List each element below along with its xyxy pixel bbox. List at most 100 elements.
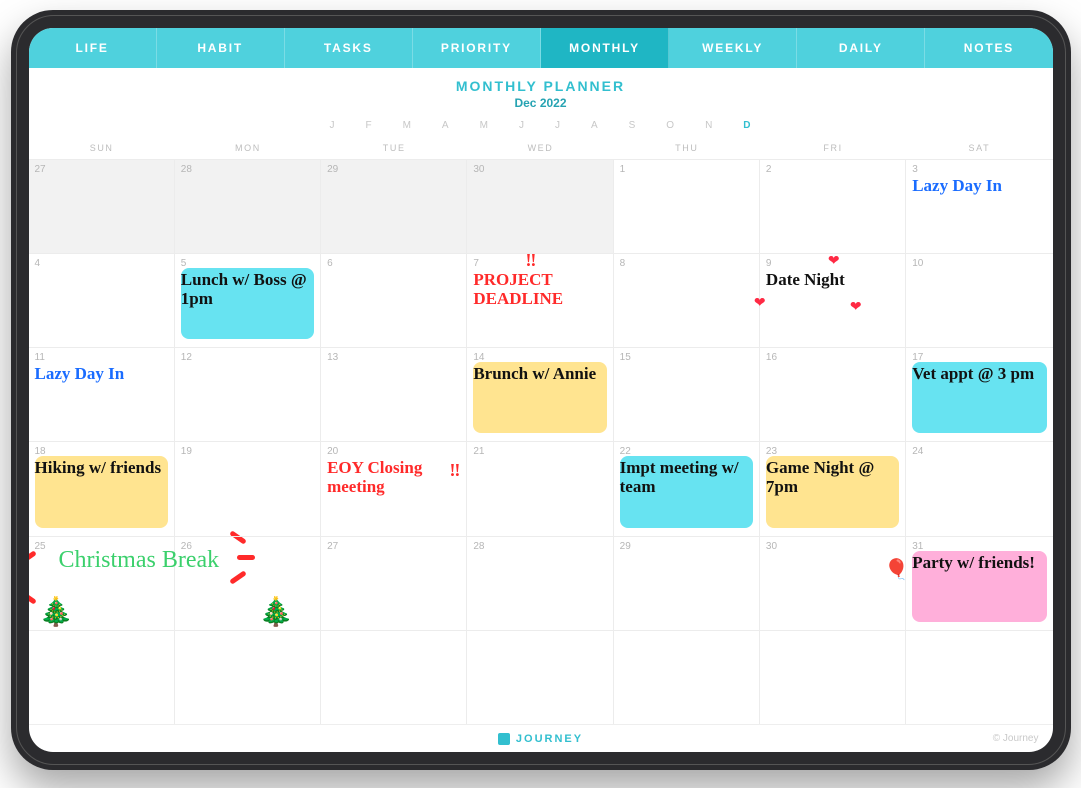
month-letter[interactable]: A — [442, 120, 450, 131]
tab-tasks[interactable]: TASKS — [285, 28, 413, 68]
calendar-cell[interactable]: 12 — [175, 347, 321, 441]
tab-notes[interactable]: NOTES — [925, 28, 1052, 68]
calendar-cell[interactable]: 27 — [29, 159, 175, 253]
calendar-cell[interactable]: 23Game Night @ 7pm — [760, 441, 906, 535]
month-letter[interactable]: N — [705, 120, 713, 131]
app-screen: LIFEHABITTASKSPRIORITYMONTHLYWEEKLYDAILY… — [29, 28, 1053, 752]
calendar-cell[interactable]: 14Brunch w/ Annie — [467, 347, 613, 441]
calendar-cell[interactable] — [906, 630, 1052, 724]
handwritten-note: Lunch w/ Boss @ 1pm — [181, 271, 314, 308]
calendar-cell[interactable]: 15 — [614, 347, 760, 441]
month-letter[interactable]: J — [329, 120, 335, 131]
calendar-cell[interactable]: 30 — [760, 536, 906, 630]
brand[interactable]: JOURNEY — [498, 733, 583, 745]
calendar-cell[interactable]: 6 — [321, 253, 467, 347]
day-number: 27 — [327, 541, 460, 552]
tab-habit[interactable]: HABIT — [157, 28, 285, 68]
month-letter[interactable]: M — [403, 120, 412, 131]
calendar-cell[interactable]: 21 — [467, 441, 613, 535]
day-number: 27 — [35, 164, 168, 175]
calendar-cell[interactable]: 2 — [760, 159, 906, 253]
day-number: 1 — [620, 164, 753, 175]
calendar-cell[interactable]: 29 — [321, 159, 467, 253]
weekday-label: MON — [175, 139, 321, 159]
calendar-cell[interactable]: 4 — [29, 253, 175, 347]
handwritten-note: Impt meeting w/ team — [620, 459, 753, 496]
day-number: 29 — [327, 164, 460, 175]
calendar-cell[interactable] — [175, 630, 321, 724]
calendar-cell[interactable] — [467, 630, 613, 724]
calendar-cell[interactable]: 17Vet appt @ 3 pm — [906, 347, 1052, 441]
calendar-cell[interactable]: 10 — [906, 253, 1052, 347]
day-number: 30 — [473, 164, 606, 175]
calendar-cell[interactable]: 8 — [614, 253, 760, 347]
current-month[interactable]: Dec 2022 — [29, 96, 1053, 110]
month-letter[interactable]: F — [365, 120, 372, 131]
calendar-cell[interactable]: 28 — [175, 159, 321, 253]
heart-icon: ❤ — [754, 294, 766, 311]
month-letter[interactable]: M — [480, 120, 489, 131]
tab-daily[interactable]: DAILY — [797, 28, 925, 68]
calendar-cell[interactable] — [321, 630, 467, 724]
calendar-cell[interactable]: 20EOY Closing meeting‼ — [321, 441, 467, 535]
day-number: 15 — [620, 352, 753, 363]
tab-life[interactable]: LIFE — [29, 28, 157, 68]
calendar-cell[interactable]: 19 — [175, 441, 321, 535]
handwritten-note: Brunch w/ Annie — [473, 365, 606, 384]
calendar-cell[interactable]: 29 — [614, 536, 760, 630]
heart-icon: ❤ — [850, 298, 862, 315]
month-letter[interactable]: J — [519, 120, 525, 131]
exclamation-icon: ‼ — [525, 250, 536, 271]
calendar-cell[interactable]: 3Lazy Day In — [906, 159, 1052, 253]
handwritten-note: Party w/ friends! — [912, 554, 1046, 573]
day-number: 28 — [181, 164, 314, 175]
month-letter[interactable]: D — [743, 120, 751, 131]
calendar-cell[interactable] — [760, 630, 906, 724]
handwritten-note: Lazy Day In — [912, 177, 1046, 196]
tab-monthly[interactable]: MONTHLY — [541, 28, 669, 68]
day-number: 7 — [473, 258, 606, 269]
calendar-cell[interactable]: 28 — [467, 536, 613, 630]
day-number: 6 — [327, 258, 460, 269]
month-letter[interactable]: O — [666, 120, 675, 131]
month-letter[interactable]: A — [591, 120, 599, 131]
calendar-cell[interactable]: 13 — [321, 347, 467, 441]
calendar-cell[interactable]: 11Lazy Day In — [29, 347, 175, 441]
calendar-cell[interactable]: 16 — [760, 347, 906, 441]
calendar-cell[interactable]: 9Date Night❤❤❤ — [760, 253, 906, 347]
journey-logo-icon — [498, 733, 510, 745]
weekday-header: SUNMONTUEWEDTHUFRISAT — [29, 139, 1053, 159]
page-title: MONTHLY PLANNER — [29, 78, 1053, 94]
handwritten-note: Vet appt @ 3 pm — [912, 365, 1046, 384]
handwritten-note: Hiking w/ friends — [35, 459, 168, 478]
calendar-cell[interactable]: 30 — [467, 159, 613, 253]
calendar-cell[interactable]: 24 — [906, 441, 1052, 535]
calendar-cell[interactable]: 31Party w/ friends!🎈 — [906, 536, 1052, 630]
calendar-cell[interactable]: 25Christmas Break🎄🎄 — [29, 536, 175, 630]
calendar-cell[interactable]: 7PROJECT DEADLINE‼ — [467, 253, 613, 347]
calendar-cell[interactable]: 1 — [614, 159, 760, 253]
day-number: 2 — [766, 164, 899, 175]
day-number: 13 — [327, 352, 460, 363]
day-number: 10 — [912, 258, 1046, 269]
weekday-label: SAT — [906, 139, 1052, 159]
calendar-cell[interactable]: 22Impt meeting w/ team — [614, 441, 760, 535]
calendar-cell[interactable]: 27 — [321, 536, 467, 630]
tab-weekly[interactable]: WEEKLY — [669, 28, 797, 68]
calendar-cell[interactable]: 5Lunch w/ Boss @ 1pm — [175, 253, 321, 347]
tab-priority[interactable]: PRIORITY — [413, 28, 541, 68]
tablet-frame: LIFEHABITTASKSPRIORITYMONTHLYWEEKLYDAILY… — [11, 10, 1071, 770]
footer: JOURNEY © Journey — [29, 724, 1053, 752]
day-number: 11 — [35, 352, 168, 363]
weekday-label: THU — [614, 139, 760, 159]
month-letter[interactable]: J — [555, 120, 561, 131]
day-number: 20 — [327, 446, 460, 457]
calendar-grid: 27282930123Lazy Day In45Lunch w/ Boss @ … — [29, 159, 1053, 724]
heart-icon: ❤ — [828, 252, 840, 269]
month-letter[interactable]: S — [629, 120, 637, 131]
day-number: 30 — [766, 541, 899, 552]
calendar-cell[interactable] — [29, 630, 175, 724]
calendar-cell[interactable] — [614, 630, 760, 724]
calendar-cell[interactable]: 18Hiking w/ friends — [29, 441, 175, 535]
handwritten-note: EOY Closing meeting — [327, 459, 460, 496]
